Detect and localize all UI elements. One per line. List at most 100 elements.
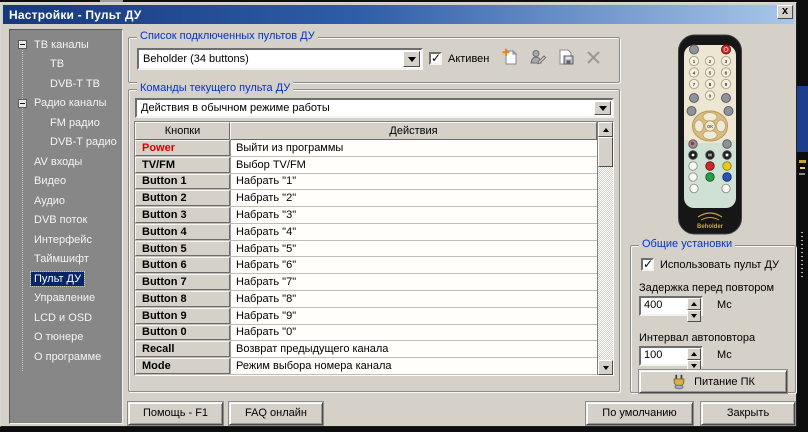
action-cell[interactable]: Набрать "5" [230, 241, 597, 257]
scroll-down-icon[interactable] [598, 360, 613, 375]
repeat-delay-spinner[interactable]: 400 [639, 296, 703, 316]
titlebar[interactable]: Настройки - Пульт ДУ [3, 5, 794, 24]
action-cell[interactable]: Набрать "0" [230, 325, 597, 341]
sidebar-item[interactable]: Радио каналы [10, 94, 122, 114]
action-cell[interactable]: Набрать "6" [230, 257, 597, 273]
remote-select[interactable]: Beholder (34 buttons) [137, 48, 423, 70]
remote-list-group-title: Список подключенных пультов ДУ [137, 30, 318, 42]
button-name-cell[interactable]: Button 7 [135, 274, 230, 290]
faq-button[interactable]: FAQ онлайн [229, 402, 323, 425]
button-name-cell[interactable]: Button 0 [135, 325, 230, 341]
table-row: Mode Режим выбора номера канала [135, 358, 597, 375]
pc-power-label: Питание ПК [694, 376, 755, 388]
remote-freeze-button [690, 184, 698, 192]
sidebar-item[interactable]: AV входы [10, 152, 122, 172]
repeat-delay-value[interactable]: 400 [644, 299, 662, 311]
action-cell[interactable]: Возврат предыдущего канала [230, 341, 597, 357]
button-name-cell[interactable]: TV/FM [135, 157, 230, 173]
action-cell[interactable]: Набрать "2" [230, 190, 597, 206]
edit-remote-icon[interactable] [528, 47, 548, 67]
button-name-cell[interactable]: Recall [135, 341, 230, 357]
spin-up-icon[interactable] [687, 298, 701, 310]
button-name-cell[interactable]: Mode [135, 358, 230, 374]
new-remote-icon[interactable] [500, 47, 520, 67]
tree-collapse-icon[interactable] [18, 99, 27, 108]
background-fleck [799, 160, 806, 163]
action-cell[interactable]: Режим выбора номера канала [230, 358, 597, 374]
sidebar-item[interactable]: DVB-T радио [10, 133, 122, 153]
action-cell[interactable]: Набрать "7" [230, 274, 597, 290]
sidebar-item[interactable]: LCD и OSD [10, 308, 122, 328]
dropdown-arrow-icon[interactable] [403, 51, 420, 67]
sidebar-item-label: DVB-T ТВ [47, 77, 103, 91]
svg-text:5: 5 [709, 70, 712, 76]
sidebar-item-label: Радио каналы [31, 96, 110, 110]
svg-text:9: 9 [725, 82, 728, 88]
defaults-button[interactable]: По умолчанию [586, 402, 693, 425]
remote-brand-label: Beholder [697, 224, 724, 230]
delete-remote-icon[interactable] [584, 47, 604, 67]
table-scrollbar[interactable] [597, 122, 613, 375]
button-name-cell[interactable]: Button 4 [135, 224, 230, 240]
sidebar-item[interactable]: ТВ каналы [10, 35, 122, 55]
sidebar-item[interactable]: О программе [10, 347, 122, 367]
column-header-buttons[interactable]: Кнопки [135, 122, 230, 140]
action-cell[interactable]: Набрать "8" [230, 291, 597, 307]
column-header-actions[interactable]: Действия [230, 122, 597, 140]
sidebar-item[interactable]: Видео [10, 172, 122, 192]
sidebar-item[interactable]: Интерфейс [10, 230, 122, 250]
button-name-cell[interactable]: Button 9 [135, 308, 230, 324]
remote-snapshot-button [722, 184, 730, 192]
action-cell[interactable]: Набрать "4" [230, 224, 597, 240]
table-row: Button 1 Набрать "1" [135, 174, 597, 191]
sidebar-item-label: О программе [31, 350, 104, 364]
sidebar-item[interactable]: Пульт ДУ [10, 269, 122, 289]
close-button[interactable]: Закрыть [701, 402, 795, 425]
action-cell[interactable]: Набрать "9" [230, 308, 597, 324]
spin-down-icon[interactable] [687, 310, 701, 322]
use-remote-checkbox[interactable] [641, 258, 654, 271]
sidebar-item[interactable]: DVB-T ТВ [10, 74, 122, 94]
sidebar-item[interactable]: О тюнере [10, 328, 122, 348]
sidebar-item[interactable]: Аудио [10, 191, 122, 211]
table-row: Button 5 Набрать "5" [135, 241, 597, 258]
button-name-cell[interactable]: Button 3 [135, 207, 230, 223]
action-cell[interactable]: Выйти из программы [230, 140, 597, 156]
tree-collapse-icon[interactable] [18, 40, 27, 49]
sidebar-item[interactable]: ТВ [10, 55, 122, 75]
save-remote-icon[interactable] [556, 47, 576, 67]
button-name-cell[interactable]: Power [135, 140, 230, 156]
button-name-cell[interactable]: Button 8 [135, 291, 230, 307]
use-remote-label: Использовать пульт ДУ [660, 259, 779, 271]
table-row: Button 9 Набрать "9" [135, 308, 597, 325]
action-cell[interactable]: Набрать "3" [230, 207, 597, 223]
button-name-cell[interactable]: Button 6 [135, 257, 230, 273]
pc-power-button[interactable]: Питание ПК [639, 370, 787, 393]
sidebar-item-label: LCD и OSD [31, 311, 95, 325]
close-window-icon[interactable]: x [777, 5, 793, 19]
scrollbar-track[interactable] [598, 137, 613, 360]
help-button[interactable]: Помощь - F1 [128, 402, 223, 425]
sidebar-item[interactable]: DVB поток [10, 211, 122, 231]
button-name-cell[interactable]: Button 5 [135, 241, 230, 257]
action-cell[interactable]: Выбор TV/FM [230, 157, 597, 173]
repeat-interval-spinner[interactable]: 100 [639, 346, 703, 366]
dropdown-arrow-icon[interactable] [594, 101, 611, 115]
command-mode-select[interactable]: Действия в обычном режиме работы [135, 98, 614, 118]
repeat-interval-value[interactable]: 100 [644, 349, 662, 361]
scrollbar-thumb[interactable] [598, 137, 613, 167]
command-table: Кнопки Действия Power Выйти из программы… [134, 121, 614, 376]
spin-up-icon[interactable] [687, 348, 701, 360]
sidebar-item-label: Пульт ДУ [31, 272, 84, 286]
action-cell[interactable]: Набрать "1" [230, 174, 597, 190]
remote-surf-button [706, 162, 714, 170]
active-checkbox-label: Активен [448, 53, 489, 65]
sidebar-item[interactable]: FM радио [10, 113, 122, 133]
button-name-cell[interactable]: Button 2 [135, 190, 230, 206]
scroll-up-icon[interactable] [598, 122, 613, 137]
sidebar-item[interactable]: Управление [10, 289, 122, 309]
active-checkbox[interactable] [429, 52, 442, 65]
sidebar-item[interactable]: Таймшифт [10, 250, 122, 270]
svg-text:4: 4 [693, 70, 696, 76]
button-name-cell[interactable]: Button 1 [135, 174, 230, 190]
